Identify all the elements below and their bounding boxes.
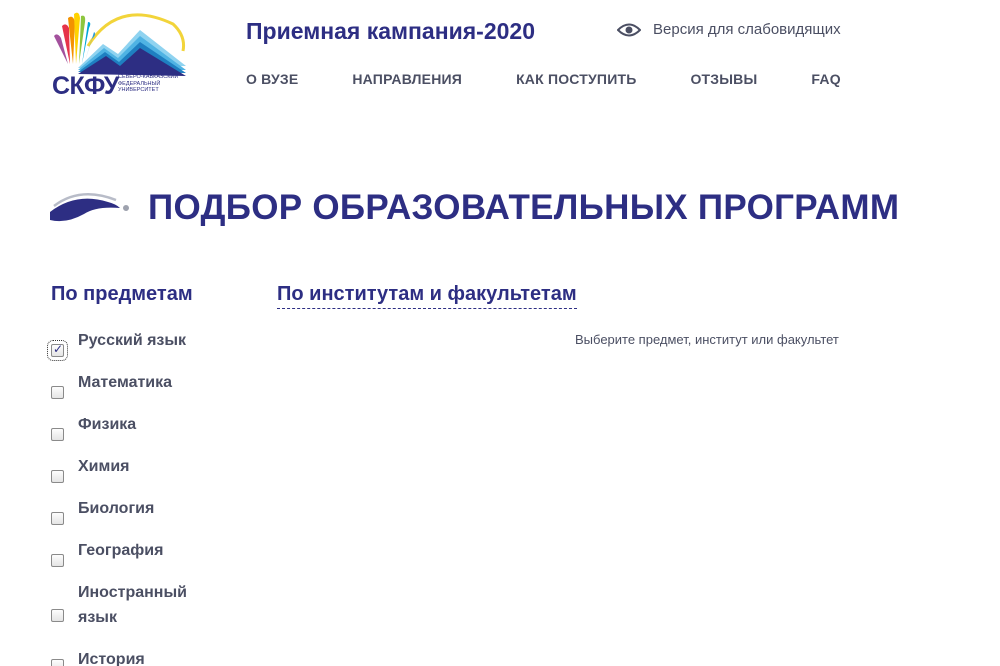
subject-item-history[interactable]: История	[51, 651, 145, 666]
subject-checkbox[interactable]	[51, 659, 64, 666]
main-nav: О ВУЗЕ НАПРАВЛЕНИЯ КАК ПОСТУПИТЬ ОТЗЫВЫ …	[246, 71, 895, 87]
nav-item-how-to-apply[interactable]: КАК ПОСТУПИТЬ	[516, 71, 636, 87]
subject-item-russian[interactable]: Русский язык	[47, 332, 186, 361]
subject-checkbox[interactable]	[51, 512, 64, 525]
campaign-title[interactable]: Приемная кампания-2020	[246, 18, 535, 45]
nav-item-faq[interactable]: FAQ	[811, 71, 840, 87]
subject-label: Иностранный язык	[78, 584, 187, 626]
logo-emblem-icon	[54, 12, 186, 76]
university-logo[interactable]: СКФУ Северо-Кавказский федеральный униве…	[48, 6, 188, 101]
subject-label: Физика	[78, 416, 137, 433]
subject-label: Русский язык	[78, 332, 187, 349]
logo-abbreviation: СКФУ	[52, 72, 119, 100]
subject-item-biology[interactable]: Биология	[51, 500, 154, 525]
subject-checkbox[interactable]	[51, 386, 64, 399]
subject-checkbox[interactable]	[47, 340, 68, 361]
selection-hint: Выберите предмет, институт или факультет	[575, 332, 839, 347]
subject-checkbox[interactable]	[51, 428, 64, 441]
accessibility-version-label: Версия для слабовидящих	[653, 21, 841, 38]
subject-checkbox[interactable]	[51, 470, 64, 483]
page-title-block: ПОДБОР ОБРАЗОВАТЕЛЬНЫХ ПРОГРАММ	[46, 188, 899, 228]
subject-label: География	[78, 542, 164, 559]
nav-item-directions[interactable]: НАПРАВЛЕНИЯ	[352, 71, 462, 87]
logo-full-name: Северо-Кавказский федеральный университе…	[118, 74, 179, 94]
wave-decoration-icon	[50, 193, 129, 222]
subject-item-foreign-language[interactable]: Иностранный язык	[51, 584, 187, 626]
subject-item-physics[interactable]: Физика	[51, 416, 136, 441]
subject-item-chemistry[interactable]: Химия	[51, 458, 130, 483]
tab-by-subjects[interactable]: По предметам	[51, 283, 193, 306]
eye-icon	[617, 23, 641, 36]
accessibility-version-link[interactable]: Версия для слабовидящих	[617, 21, 841, 38]
subject-label: Химия	[78, 458, 130, 475]
subject-label: История	[78, 651, 145, 666]
page-title: ПОДБОР ОБРАЗОВАТЕЛЬНЫХ ПРОГРАММ	[148, 188, 900, 227]
nav-item-about[interactable]: О ВУЗЕ	[246, 71, 298, 87]
tab-by-institutes[interactable]: По институтам и факультетам	[277, 283, 577, 309]
nav-item-reviews[interactable]: ОТЗЫВЫ	[690, 71, 757, 87]
subject-item-geography[interactable]: География	[51, 542, 163, 567]
subject-label: Биология	[78, 500, 155, 517]
subject-checkbox[interactable]	[51, 554, 64, 567]
subject-label: Математика	[78, 374, 173, 391]
subject-item-math[interactable]: Математика	[51, 374, 172, 399]
subject-checkbox[interactable]	[51, 609, 64, 622]
